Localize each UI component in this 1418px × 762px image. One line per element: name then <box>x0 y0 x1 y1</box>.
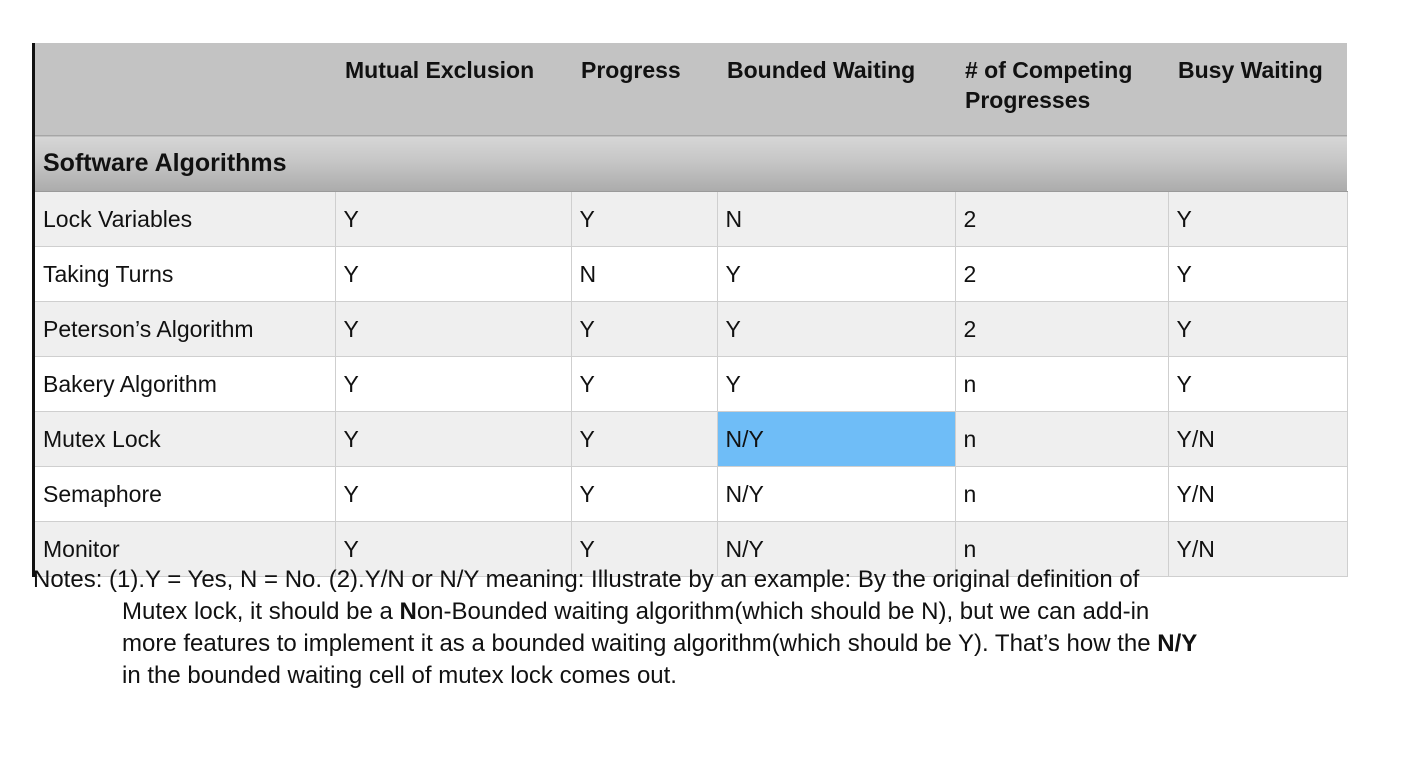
comparison-table-wrapper: Mutual Exclusion Progress Bounded Waitin… <box>32 43 1350 577</box>
row-label: Lock Variables <box>35 191 336 247</box>
notes-paragraph: Notes: (1).Y = Yes, N = No. (2).Y/N or N… <box>33 564 1378 692</box>
notes-text: Mutex lock, it should be a <box>122 598 400 625</box>
section-title: Software Algorithms <box>35 135 1347 192</box>
notes-line-4: in the bounded waiting cell of mutex loc… <box>122 662 677 689</box>
table-cell: Y <box>717 301 956 357</box>
table-row: Peterson’s Algorithm Y Y Y 2 Y <box>35 301 1348 357</box>
table-cell: Y <box>1168 191 1348 247</box>
section-row: Software Algorithms <box>35 135 1347 192</box>
header-corner <box>35 43 335 136</box>
table-cell: 2 <box>955 246 1169 302</box>
header-busy-waiting: Busy Waiting <box>1168 43 1347 136</box>
table-cell: Y <box>571 411 718 467</box>
row-label: Taking Turns <box>35 246 336 302</box>
header-progress: Progress <box>571 43 717 136</box>
table-cell: Y <box>335 191 572 247</box>
highlighted-cell[interactable]: N/Y <box>717 411 956 467</box>
table-cell: Y <box>717 356 956 412</box>
table-cell: Y <box>1168 356 1348 412</box>
table-header-row: Mutual Exclusion Progress Bounded Waitin… <box>35 43 1347 136</box>
table-cell: Y <box>571 301 718 357</box>
notes-bold-text: N/Y <box>1157 630 1198 657</box>
table-cell: Y <box>335 246 572 302</box>
table-cell: Y <box>335 301 572 357</box>
comparison-table: Mutual Exclusion Progress Bounded Waitin… <box>35 43 1348 577</box>
table-cell: Y <box>1168 301 1348 357</box>
table-row: Bakery Algorithm Y Y Y n Y <box>35 356 1348 412</box>
table-cell: n <box>955 466 1169 522</box>
table-cell: 2 <box>955 301 1169 357</box>
table-cell: Y <box>335 411 572 467</box>
notes-line-1: Notes: (1).Y = Yes, N = No. (2).Y/N or N… <box>33 566 1140 593</box>
header-bounded-waiting: Bounded Waiting <box>717 43 955 136</box>
table-cell: n <box>955 411 1169 467</box>
notes-text: more features to implement it as a bound… <box>122 630 1158 657</box>
table-cell: Y <box>335 356 572 412</box>
table-cell: 2 <box>955 191 1169 247</box>
table-cell: N <box>571 246 718 302</box>
header-competing-progresses: # of Competing Progresses <box>955 43 1168 136</box>
row-label: Mutex Lock <box>35 411 336 467</box>
notes-line-3: more features to implement it as a bound… <box>33 628 1378 660</box>
table-row: Semaphore Y Y N/Y n Y/N <box>35 466 1348 522</box>
table-row: Lock Variables Y Y N 2 Y <box>35 191 1348 247</box>
table-row: Taking Turns Y N Y 2 Y <box>35 246 1348 302</box>
table-cell: n <box>955 356 1169 412</box>
notes-text: on-Bounded waiting algorithm(which shoul… <box>416 598 1150 625</box>
table-cell: Y <box>571 466 718 522</box>
table-cell: Y <box>1168 246 1348 302</box>
row-label: Semaphore <box>35 466 336 522</box>
table-row: Mutex Lock Y Y N/Y n Y/N <box>35 411 1348 467</box>
table-cell: Y/N <box>1168 411 1348 467</box>
table-cell: Y <box>571 191 718 247</box>
table-cell: N/Y <box>717 466 956 522</box>
table-cell: Y <box>717 246 956 302</box>
table-cell: Y <box>335 466 572 522</box>
notes-bold-text: N <box>399 598 417 625</box>
header-mutual-exclusion: Mutual Exclusion <box>335 43 571 136</box>
row-label: Peterson’s Algorithm <box>35 301 336 357</box>
table-cell: Y/N <box>1168 466 1348 522</box>
table-cell: N <box>717 191 956 247</box>
row-label: Bakery Algorithm <box>35 356 336 412</box>
table-cell: Y <box>571 356 718 412</box>
notes-line-2: Mutex lock, it should be a Non-Bounded w… <box>33 596 1378 628</box>
